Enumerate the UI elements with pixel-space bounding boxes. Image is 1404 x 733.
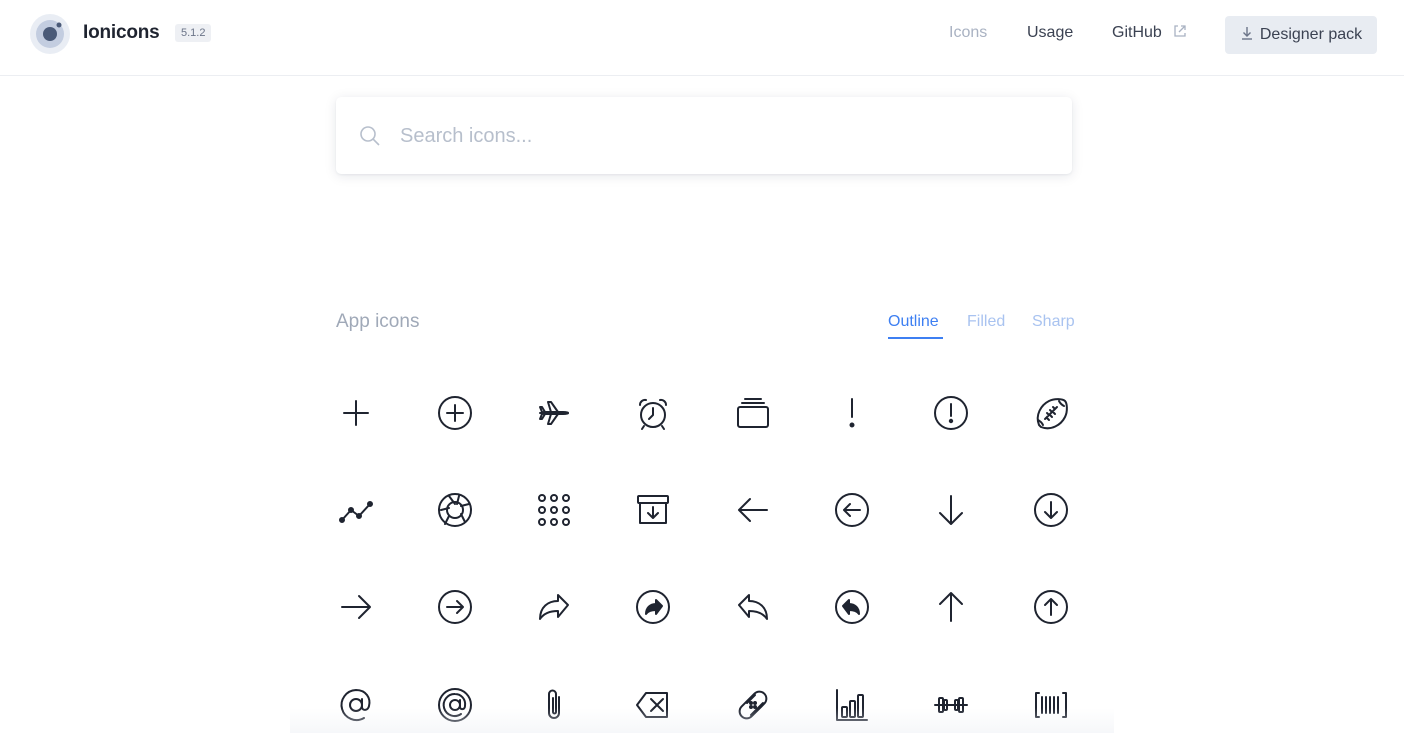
aperture-icon[interactable] (435, 490, 475, 530)
arrow-forward-icon[interactable] (336, 587, 376, 627)
nav-link-github[interactable]: GitHub (1112, 24, 1162, 42)
arrow-down-circle-icon[interactable] (1031, 490, 1071, 530)
american-football-icon[interactable] (1031, 393, 1071, 433)
arrow-undo-icon[interactable] (733, 587, 773, 627)
airplane-icon[interactable] (534, 393, 574, 433)
tab-outline[interactable]: Outline (888, 313, 939, 331)
add-icon[interactable] (336, 393, 376, 433)
arrow-back-circle-icon[interactable] (832, 490, 872, 530)
ionicons-logo-icon[interactable] (30, 14, 70, 54)
version-badge: 5.1.2 (175, 24, 212, 42)
search-input[interactable] (398, 117, 1042, 155)
designer-pack-label: Designer pack (1259, 26, 1363, 43)
alert-circle-icon[interactable] (931, 393, 971, 433)
nav-link-icons[interactable]: Icons (949, 24, 987, 42)
brand-name[interactable]: Ionicons (83, 22, 160, 44)
search-icon (358, 124, 382, 148)
designer-pack-button[interactable]: Designer pack (1225, 16, 1377, 54)
arrow-down-icon[interactable] (931, 490, 971, 530)
alert-icon[interactable] (832, 393, 872, 433)
search-box (336, 97, 1072, 174)
scroll-fade (290, 708, 1114, 733)
arrow-undo-circle-icon[interactable] (832, 587, 872, 627)
arrow-up-icon[interactable] (931, 587, 971, 627)
arrow-up-circle-icon[interactable] (1031, 587, 1071, 627)
download-icon (1240, 25, 1254, 46)
tab-filled[interactable]: Filled (967, 313, 1005, 331)
add-circle-icon[interactable] (435, 393, 475, 433)
albums-icon[interactable] (733, 393, 773, 433)
arrow-redo-circle-icon[interactable] (633, 587, 673, 627)
arrow-redo-icon[interactable] (534, 587, 574, 627)
active-tab-indicator (888, 337, 943, 339)
arrow-back-icon[interactable] (733, 490, 773, 530)
external-link-icon (1173, 24, 1187, 38)
nav-link-usage[interactable]: Usage (1027, 24, 1073, 42)
apps-icon[interactable] (534, 490, 574, 530)
arrow-forward-circle-icon[interactable] (435, 587, 475, 627)
alarm-icon[interactable] (633, 393, 673, 433)
archive-icon[interactable] (633, 490, 673, 530)
section-title: App icons (336, 311, 420, 332)
analytics-icon[interactable] (336, 490, 376, 530)
top-nav-bar: Ionicons 5.1.2 Icons Usage GitHub Design… (0, 0, 1404, 76)
tab-sharp[interactable]: Sharp (1032, 313, 1075, 331)
